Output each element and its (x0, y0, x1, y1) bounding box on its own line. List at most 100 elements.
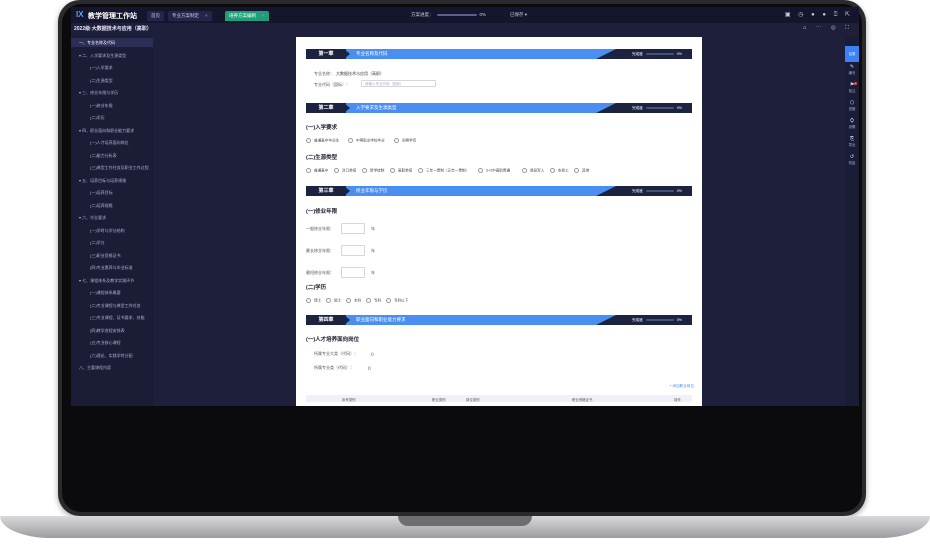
radio-icon[interactable] (348, 138, 353, 143)
radio-icon[interactable] (478, 168, 483, 173)
sidebar-item[interactable]: (四)专业素养与毕业标准 (71, 263, 153, 272)
radio-icon[interactable] (346, 298, 351, 303)
tab-3[interactable]: 培养方案编制 × (225, 11, 269, 21)
sidebar-item[interactable]: (三)专业课程、证书要求、技能 (71, 313, 153, 322)
chapter-arrow (344, 315, 350, 325)
radio-icon[interactable] (386, 298, 391, 303)
radio-icon[interactable] (326, 298, 331, 303)
rail-icon: ✎ (849, 64, 855, 70)
sidebar-item[interactable]: (一)修业年限 (71, 101, 153, 110)
source-type-option[interactable]: 新学徒制 (362, 168, 384, 173)
chapter-progress: 完成度 0% (632, 318, 682, 323)
sidebar-item[interactable]: (一)学时与学分结构 (71, 226, 153, 235)
sidebar-item[interactable]: ▾ 二、入学要求及生源类型 (71, 51, 153, 60)
document-page: 第一章 专业名称及代码 完成度 0% 专业名称： 大数据技术与应用（高职） 专业代… (296, 37, 702, 406)
rail-item[interactable]: ⛭ 设置 (845, 118, 859, 129)
sidebar-item[interactable]: ▾ 五、培养目标与培养规格 (71, 176, 153, 185)
sidebar-item[interactable]: (六)理论、实践学时分配 (71, 351, 153, 360)
major-class-label: 所属专业类（代码）： (314, 365, 354, 370)
sidebar-item[interactable]: 一、专业名称及代码 (71, 38, 153, 47)
degree-option[interactable]: 硕士 (326, 298, 341, 303)
sidebar-item[interactable]: (四)教学进程安排表 (71, 326, 153, 335)
study-years-label: 一般修业年限： (306, 226, 334, 231)
add-position-button[interactable]: + 添加职业岗位 (669, 384, 694, 389)
toolbar-icons[interactable]: ▣ ◷ ● ● ⍰ ⇱ (785, 11, 853, 19)
entry-requirement-option[interactable]: 普通高中毕业生 (306, 138, 339, 143)
sidebar-item[interactable]: ▾ 四、职业面向和职业能力要求 (71, 126, 153, 135)
save-status-dropdown[interactable]: 已保存 ▾ (510, 12, 527, 18)
radio-icon[interactable] (366, 298, 371, 303)
source-type-option[interactable]: 对口单招 (334, 168, 356, 173)
rail-item[interactable]: ↺ 恢复 (845, 154, 859, 165)
sidebar-item[interactable]: (三)典型工作任务及职业工作过程 (71, 163, 153, 172)
sidebar-item[interactable]: (三)职业资格证书 (71, 251, 153, 260)
sidebar-item[interactable]: 八、主要课程内容 (71, 363, 153, 372)
rail-item[interactable]: 目录 (845, 46, 859, 62)
sidebar-item[interactable]: (五)专业核心课程 (71, 338, 153, 347)
source-type-option[interactable]: 3+2中高职贯通 (478, 168, 510, 173)
sidebar-item[interactable]: (二)生源类型 (71, 76, 153, 85)
sidebar-item[interactable]: ▾ 六、毕业要求 (71, 213, 153, 222)
degree-option-label: 专科以下 (394, 298, 409, 303)
sidebar-item[interactable]: (一)人才培养面向岗位 (71, 138, 153, 147)
degree-option[interactable]: 博士 (306, 298, 321, 303)
sidebar-item[interactable]: (二)学历 (71, 113, 153, 122)
column-header: 序号类别 (342, 397, 356, 402)
source-type-option[interactable]: 高职单招 (390, 168, 412, 173)
rail-item[interactable]: ⬡ 进度 (845, 100, 859, 111)
major-class-value[interactable]: () (368, 365, 371, 370)
document-tool-icons[interactable]: ⌂ ⋯ ◎ ⛶ (803, 25, 853, 32)
radio-icon[interactable] (306, 298, 311, 303)
tab-1[interactable]: 首页 (147, 11, 164, 21)
close-icon[interactable]: × (262, 13, 265, 18)
radio-icon[interactable] (306, 138, 311, 143)
source-type-option[interactable]: 农民工 (550, 168, 569, 173)
study-years-input[interactable] (341, 267, 365, 278)
radio-icon[interactable] (334, 168, 339, 173)
radio-icon[interactable] (390, 168, 395, 173)
column-header: 岗位类别 (466, 397, 480, 402)
sidebar-item[interactable]: (一)培养目标 (71, 188, 153, 197)
radio-icon[interactable] (362, 168, 367, 173)
section-title: (一)人才培养面向岗位 (306, 337, 360, 343)
close-icon[interactable]: × (205, 13, 208, 18)
sidebar-item[interactable]: (一)入学要求 (71, 63, 153, 72)
source-type-option[interactable]: 三年一贯制（五年一贯制） (418, 168, 469, 173)
degree-option[interactable]: 专科 (366, 298, 381, 303)
tab-2[interactable]: 专业方案制定 × (168, 11, 212, 21)
radio-icon[interactable] (418, 168, 423, 173)
rail-item[interactable]: ⎘ 导出 (845, 136, 859, 147)
sidebar-item[interactable]: ▾ 七、课程体系及教学实践环节 (71, 276, 153, 285)
position-table-header: 序号类别 职业类别 岗位类别 职业资格证书 操作 (306, 395, 692, 402)
sidebar-item[interactable]: (二)培养规格 (71, 201, 153, 210)
source-type-option[interactable]: 其他 (574, 168, 589, 173)
major-code-input[interactable]: 请输入专业代码（国标） (361, 80, 436, 87)
sidebar-item[interactable]: (二)学分 (71, 238, 153, 247)
sidebar-item[interactable]: (二)专业课程与典型工作任务 (71, 301, 153, 310)
entry-requirement-option[interactable]: 中等职业学校毕业 (348, 138, 385, 143)
radio-icon[interactable] (550, 168, 555, 173)
chapter-number: 第二章 (306, 103, 346, 113)
degree-option[interactable]: 本科 (346, 298, 361, 303)
radio-icon[interactable] (522, 168, 527, 173)
sidebar-item[interactable]: (一)课程体系概要 (71, 288, 153, 297)
source-type-option[interactable]: 退役军人 (522, 168, 544, 173)
rail-item[interactable]: ✎ 编写 (845, 64, 859, 75)
study-years-input[interactable] (341, 245, 365, 256)
radio-icon[interactable] (574, 168, 579, 173)
laptop-notch (398, 516, 532, 526)
chapter-title: 专业名称及代码 (346, 49, 616, 59)
radio-icon[interactable] (306, 168, 311, 173)
degree-option[interactable]: 专科以下 (386, 298, 408, 303)
entry-requirement-option[interactable]: 同等学历 (394, 138, 416, 143)
sidebar-item[interactable]: ▾ 三、修业年限与学历 (71, 88, 153, 97)
source-type-option[interactable]: 普通高中 (306, 168, 328, 173)
rail-item[interactable]: ⚑ 批注 (845, 82, 859, 93)
study-years-input[interactable] (341, 223, 365, 234)
major-category-value[interactable]: () (371, 351, 374, 356)
sidebar-item[interactable]: (二)能力分析表 (71, 151, 153, 160)
study-years-label: 最长修业年限： (306, 248, 334, 253)
chapter-progress-label: 完成度 (632, 318, 643, 322)
radio-icon[interactable] (394, 138, 399, 143)
chapter-header-1: 第一章 专业名称及代码 完成度 0% (306, 49, 692, 59)
